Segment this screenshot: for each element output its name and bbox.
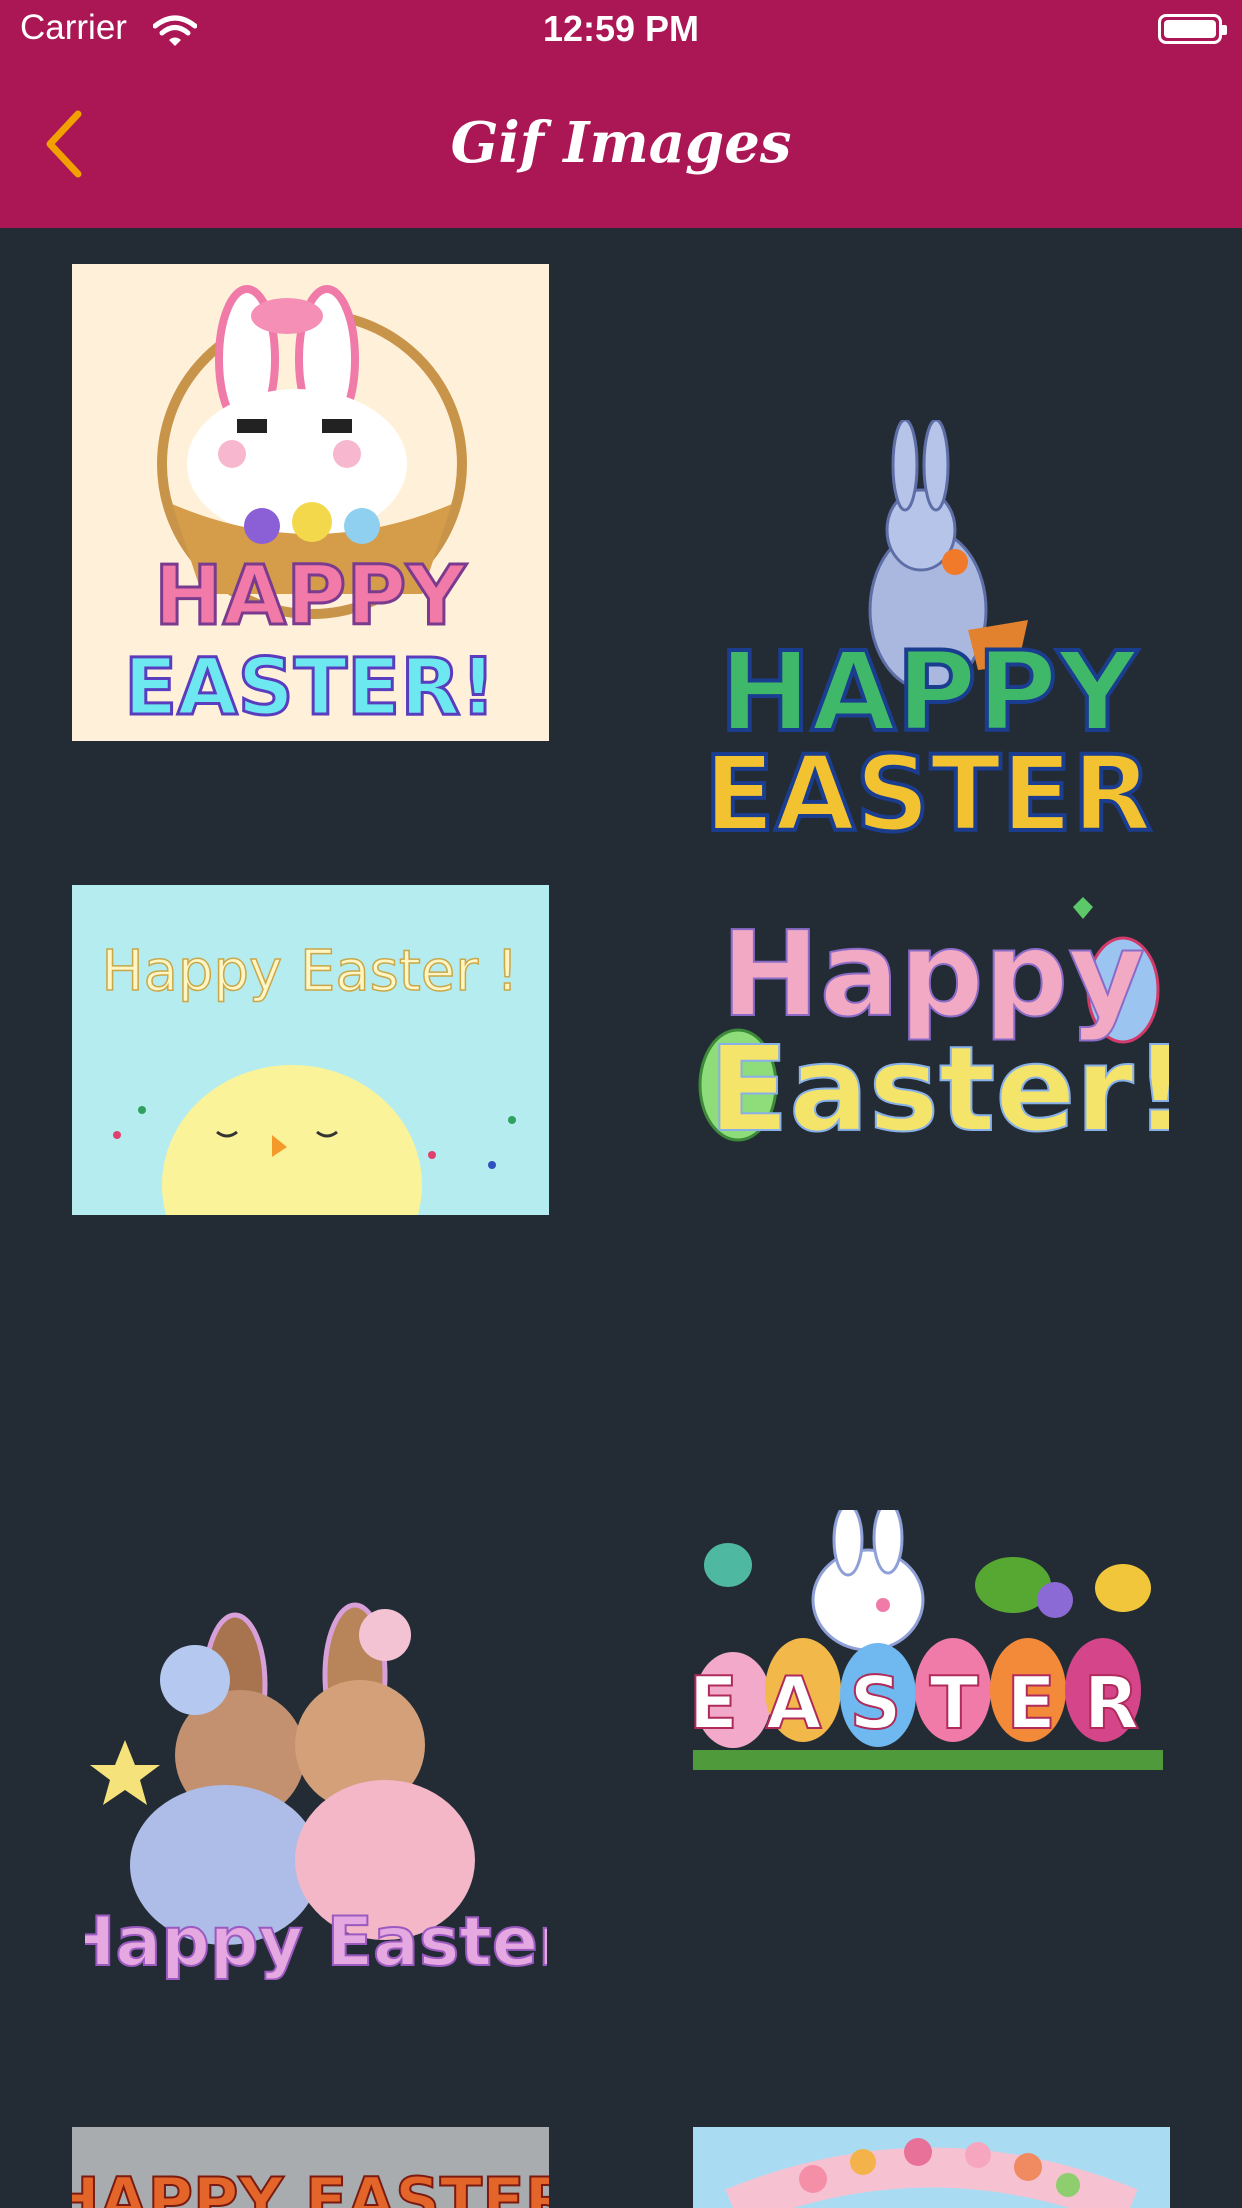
gif-tile[interactable]: HAPPY EASTER: [72, 2127, 549, 2208]
tile-caption-line1: EASTER: [693, 1661, 1163, 1745]
gif-tile[interactable]: Happy Easter!: [693, 885, 1169, 1145]
battery-icon: [1158, 14, 1227, 44]
gif-tile[interactable]: HAPPY EASTER: [693, 420, 1163, 840]
tile-caption-line1: HAPPY: [154, 549, 467, 644]
chick-image: Happy Easter !: [72, 885, 549, 1215]
status-time: 12:59 PM: [542, 8, 700, 49]
tile-caption-line2: Easter!: [709, 1020, 1169, 1145]
bunny-eggs-image: EASTER: [693, 1510, 1163, 1770]
tile-caption-line2: EASTER!: [124, 643, 496, 733]
bunny-basket-image: HAPPY EASTER!: [72, 264, 549, 741]
tile-caption-line1: Happy Easter !: [101, 939, 518, 1004]
bunny-couple-image: Happy Easter: [85, 1602, 547, 1980]
tile-caption-line2: EASTER: [704, 733, 1153, 840]
status-bar: Carrier 12:59 PM: [0, 0, 1242, 62]
gif-tile[interactable]: EASTER: [693, 1510, 1163, 1780]
rabbit-letters-image: HAPPY EASTER: [702, 420, 1154, 840]
navigation-bar: Gif Images: [0, 62, 1242, 228]
flower-wreath-image: [693, 2127, 1170, 2208]
gif-tile[interactable]: [693, 2127, 1170, 2208]
tile-caption-line1: HAPPY EASTER: [72, 2164, 549, 2208]
page-title: Gif Images: [450, 110, 792, 176]
gif-tile[interactable]: Happy Easter !: [72, 885, 549, 1215]
gif-tile[interactable]: HAPPY EASTER!: [72, 264, 549, 741]
happy-easter-banner-image: HAPPY EASTER: [72, 2127, 549, 2208]
glitter-text-image: Happy Easter!: [698, 897, 1169, 1145]
tile-caption-line1: Happy Easter: [85, 1903, 547, 1980]
gif-tile[interactable]: Happy Easter: [85, 1525, 547, 1980]
